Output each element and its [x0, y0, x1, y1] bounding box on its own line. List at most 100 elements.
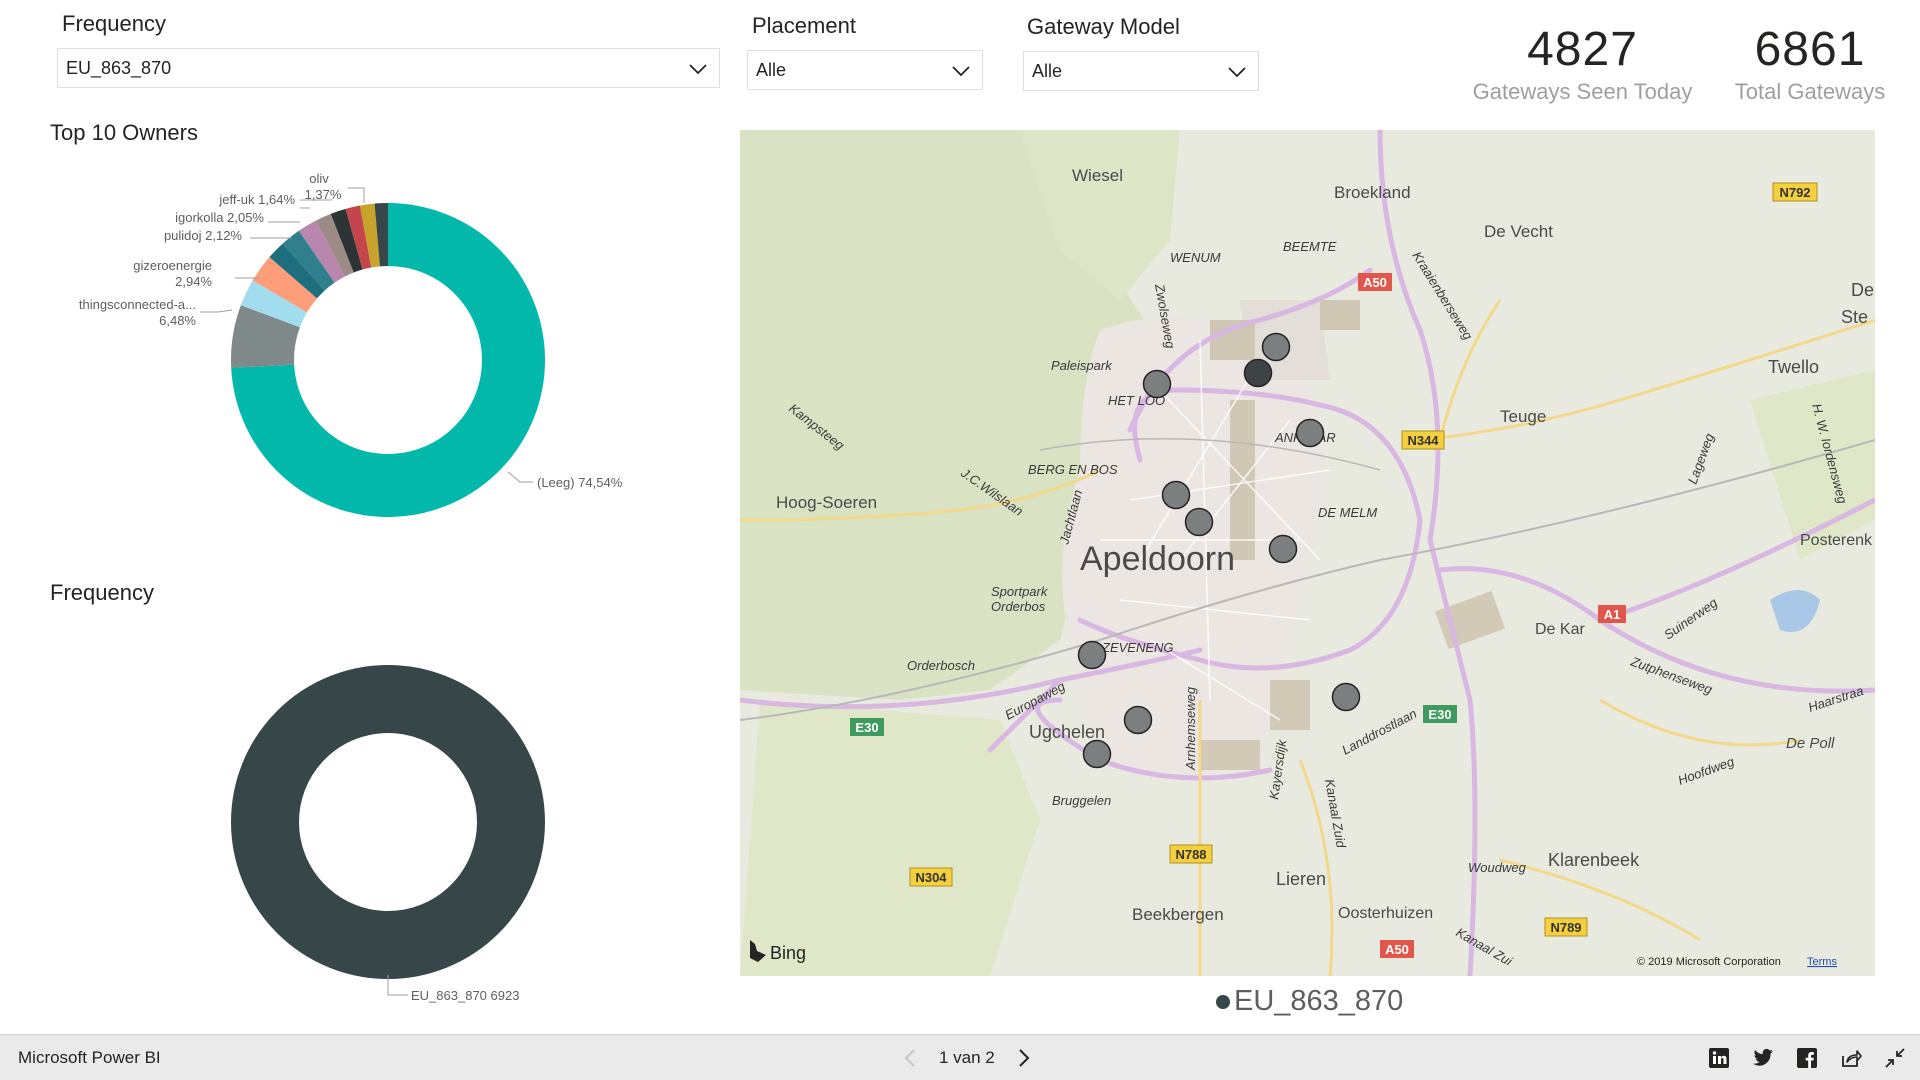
map-terms-link[interactable]: Terms	[1807, 956, 1837, 968]
map-place-ugchelen: Ugchelen	[1029, 722, 1105, 742]
share-icons	[1706, 1045, 1908, 1071]
svg-text:E30: E30	[855, 720, 878, 735]
owner-label-puli: pulidoj 2,12%	[164, 228, 242, 243]
chevron-left-icon	[904, 1049, 915, 1067]
map-road-kanaalzuid: Kanaal Zuid	[1322, 778, 1349, 850]
map-place-dekar: De Kar	[1535, 621, 1585, 638]
map-place-klarenbeek: Klarenbeek	[1548, 850, 1640, 870]
gateway-bubble[interactable]	[1295, 418, 1325, 448]
owner-label-gizero-name: gizeroenergie	[133, 258, 212, 273]
svg-text:A50: A50	[1385, 942, 1409, 957]
owner-label-oliv-pct: 1,37%	[305, 187, 342, 202]
map-place-orderbos: Orderbos	[991, 599, 1046, 614]
gateway-bubble[interactable]	[1161, 480, 1191, 510]
facebook-icon	[1797, 1048, 1817, 1068]
gateway-bubble[interactable]	[1082, 739, 1112, 769]
kpi-label: Total Gateways	[1734, 79, 1886, 104]
gateway-map[interactable]: Wiesel Broekland De Vecht Twello Teuge H…	[740, 130, 1875, 976]
frequency-dropdown[interactable]: EU_863_870	[57, 48, 720, 88]
svg-text:E30: E30	[1428, 707, 1451, 722]
frequency-donut-chart: EU_863_870 6923	[231, 665, 545, 1003]
map-road-lageweg: Lageweg	[1685, 431, 1717, 486]
chevron-down-icon	[952, 66, 970, 77]
previous-page-button[interactable]	[895, 1047, 925, 1069]
gateway-bubble[interactable]	[1077, 640, 1107, 670]
map-road-kayersdijk: Kayersdijk	[1266, 737, 1289, 800]
gateway-model-slicer-title: Gateway Model	[1027, 14, 1180, 39]
map-road-haarstraat: Haarstraa	[1806, 683, 1865, 715]
share-icon	[1842, 1050, 1862, 1067]
facebook-share-button[interactable]	[1794, 1045, 1820, 1071]
powerbi-brand[interactable]: Microsoft Power BI	[18, 1048, 161, 1068]
svg-text:N792: N792	[1779, 185, 1810, 200]
kpi-card-seen-today: 4827 Gateways Seen Today	[1470, 22, 1695, 105]
twitter-share-button[interactable]	[1750, 1045, 1776, 1071]
map-shield-e30-east: E30	[1423, 705, 1457, 723]
map-shield-a1: A1	[1598, 605, 1626, 623]
owner-label-oliv-name: oliv	[309, 171, 329, 186]
svg-text:Bing: Bing	[770, 943, 806, 963]
map-legend: EU_863_870	[1216, 985, 1403, 1018]
linkedin-share-button[interactable]	[1706, 1045, 1732, 1071]
chevron-down-icon	[1228, 67, 1246, 78]
map-road-suinerweg: Suinerweg	[1661, 594, 1721, 642]
legend-label: EU_863_870	[1234, 985, 1404, 1017]
kpi-value: 4827	[1527, 23, 1638, 76]
owners-donut-chart: oliv 1,37% jeff-uk 1,64% igorkolla 2,05%…	[79, 171, 623, 518]
map-place-teuge: Teuge	[1500, 407, 1546, 426]
frequency-chart-title: Frequency	[50, 580, 154, 605]
frequency-dropdown-value: EU_863_870	[66, 57, 172, 78]
legend-marker	[1216, 994, 1230, 1009]
owner-label-things-pct: 6,48%	[159, 313, 196, 328]
frequency-slicer-title: Frequency	[62, 11, 166, 36]
next-page-button[interactable]	[1009, 1047, 1039, 1069]
page-indicator: 1 van 2	[939, 1048, 995, 1067]
map-place-wiesel: Wiesel	[1072, 166, 1123, 185]
owner-label-igor: igorkolla 2,05%	[175, 210, 264, 225]
placement-dropdown-value: Alle	[756, 59, 787, 80]
frequency-chart-label: EU_863_870 6923	[411, 988, 519, 1003]
donut-slice[interactable]	[231, 665, 545, 979]
map-place-sportpark: Sportpark	[991, 584, 1049, 599]
svg-text:N788: N788	[1175, 847, 1206, 862]
map-shield-n788: N788	[1169, 844, 1213, 864]
map-place-ste: Ste	[1841, 307, 1868, 327]
gateway-model-dropdown[interactable]: Alle	[1023, 51, 1259, 91]
gateway-bubble[interactable]	[1268, 534, 1298, 564]
gateway-bubble[interactable]	[1123, 705, 1153, 735]
svg-text:A1: A1	[1604, 607, 1621, 622]
svg-text:N789: N789	[1550, 920, 1581, 935]
fullscreen-exit-button[interactable]	[1882, 1045, 1908, 1071]
map-canvas: Wiesel Broekland De Vecht Twello Teuge H…	[740, 130, 1875, 976]
map-shield-n789: N789	[1544, 917, 1588, 937]
map-place-paleispark: Paleispark	[1051, 358, 1113, 373]
map-place-posterenk: Posterenk	[1800, 532, 1873, 549]
gateway-bubble[interactable]	[1261, 332, 1291, 362]
gateway-bubble[interactable]	[1331, 682, 1361, 712]
map-place-orderbosch: Orderbosch	[907, 658, 975, 673]
map-place-depoll: De Poll	[1786, 735, 1835, 752]
linkedin-icon	[1709, 1048, 1729, 1068]
map-place-wenum: WENUM	[1170, 250, 1221, 265]
report-canvas: Frequency EU_863_870 Placement Alle Gate…	[0, 0, 1920, 1080]
owner-label-leeg: (Leeg) 74,54%	[537, 475, 623, 490]
map-place-apeldoorn: Apeldoorn	[1080, 540, 1235, 578]
svg-text:N304: N304	[915, 870, 947, 885]
map-place-beekbergen: Beekbergen	[1132, 905, 1224, 924]
twitter-icon	[1753, 1048, 1773, 1066]
map-copyright: © 2019 Microsoft Corporation	[1637, 956, 1781, 968]
owner-label-jeff: jeff-uk 1,64%	[218, 192, 295, 207]
placement-dropdown[interactable]: Alle	[747, 50, 983, 90]
share-button[interactable]	[1838, 1045, 1864, 1071]
map-road-arnhemseweg: Arnhemseweg	[1183, 686, 1198, 771]
owners-chart-title: Top 10 Owners	[50, 120, 198, 145]
map-place-lieren: Lieren	[1276, 869, 1326, 889]
map-place-demelm: DE MELM	[1318, 505, 1377, 520]
gateway-bubble[interactable]	[1184, 507, 1214, 537]
gateway-model-dropdown-value: Alle	[1032, 60, 1063, 81]
gateway-bubble[interactable]	[1243, 358, 1273, 388]
gateway-bubble[interactable]	[1142, 369, 1172, 399]
map-road-woudweg: Woudweg	[1468, 860, 1527, 875]
map-place-bruggelen: Bruggelen	[1052, 793, 1111, 808]
map-place-beemte: BEEMTE	[1283, 239, 1337, 254]
